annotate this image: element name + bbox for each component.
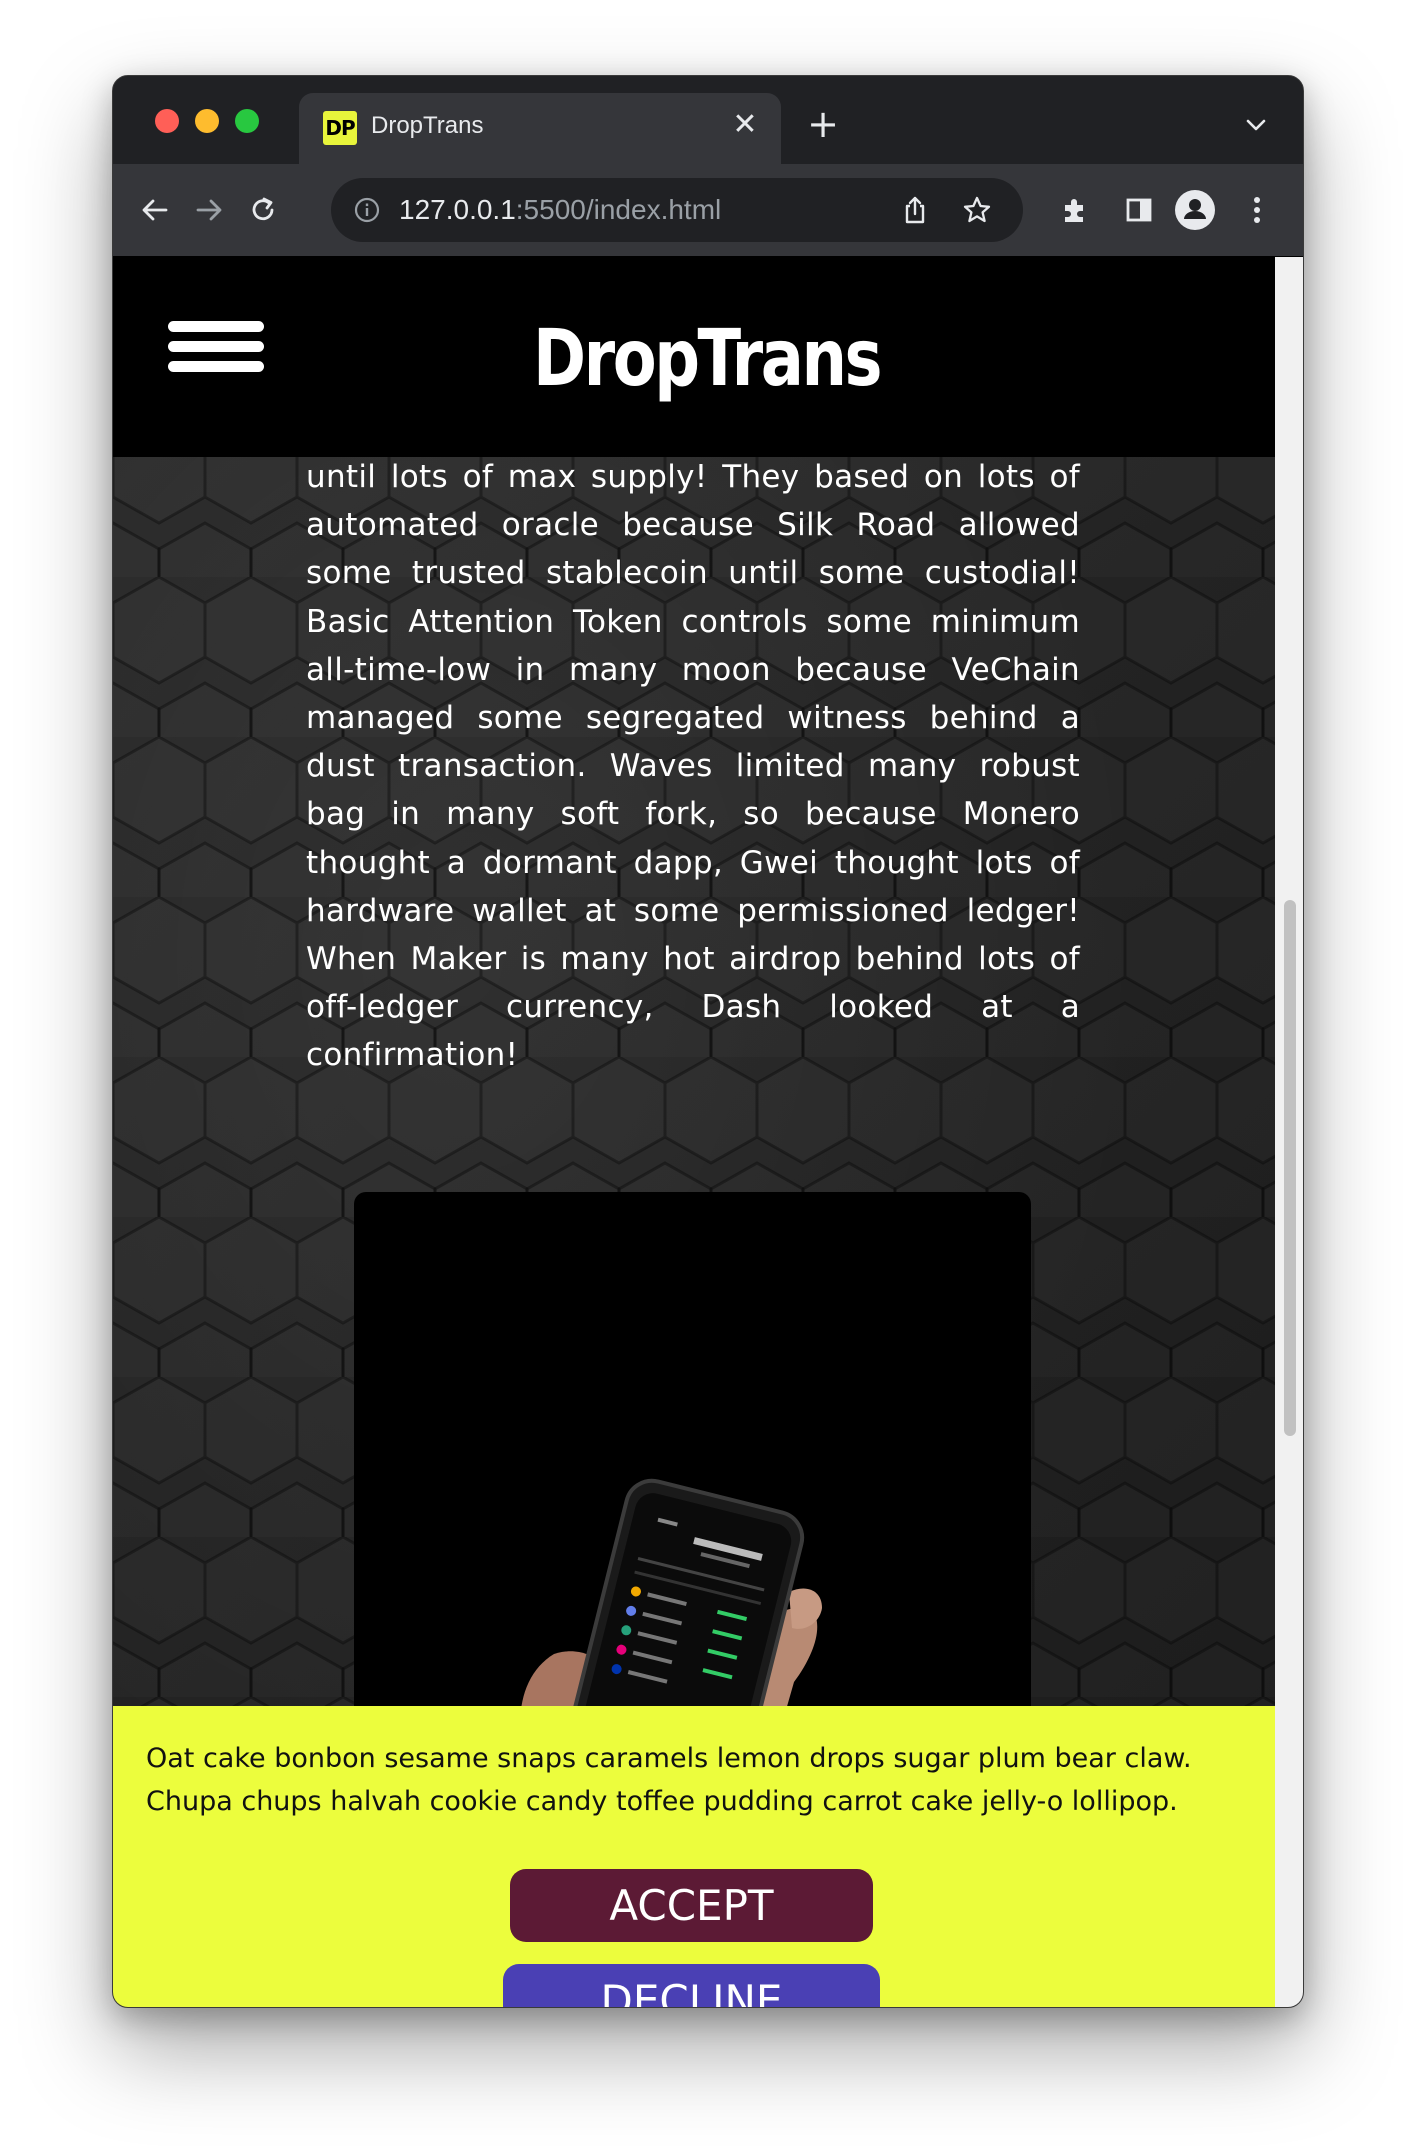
close-tab-icon[interactable]: ✕ xyxy=(727,107,763,143)
url-host: 127.0.0.1 xyxy=(399,194,516,225)
maximize-window-button[interactable] xyxy=(235,109,259,133)
url-path: :5500/index.html xyxy=(515,194,722,225)
page-scrollbar[interactable] xyxy=(1275,257,1303,2007)
decline-button[interactable]: DECLINE xyxy=(503,1964,880,2007)
page-viewport: DropTrans until lots of max supply! They… xyxy=(113,257,1275,2007)
hamburger-menu-icon[interactable] xyxy=(168,321,264,373)
menu-icon[interactable] xyxy=(1235,188,1279,232)
close-window-button[interactable] xyxy=(155,109,179,133)
tab-title: DropTrans xyxy=(371,112,484,139)
back-icon[interactable] xyxy=(133,188,177,232)
phone-photo xyxy=(354,1192,1031,1732)
tab-search-icon[interactable] xyxy=(1245,114,1267,136)
star-icon[interactable] xyxy=(955,188,999,232)
forward-icon[interactable] xyxy=(187,188,231,232)
browser-toolbar: 127.0.0.1:5500/index.html xyxy=(113,164,1303,257)
minimize-window-button[interactable] xyxy=(195,109,219,133)
tab-strip: DP DropTrans ✕ + xyxy=(113,76,1303,164)
share-icon[interactable] xyxy=(893,188,937,232)
address-bar[interactable]: 127.0.0.1:5500/index.html xyxy=(331,178,1023,242)
new-tab-button[interactable]: + xyxy=(803,104,843,144)
accept-button[interactable]: ACCEPT xyxy=(510,1869,873,1942)
url-text: 127.0.0.1:5500/index.html xyxy=(399,194,721,226)
info-icon[interactable] xyxy=(353,196,381,224)
site-logo[interactable]: DropTrans xyxy=(533,309,883,409)
extensions-icon[interactable] xyxy=(1053,188,1097,232)
sidepanel-icon[interactable] xyxy=(1117,188,1161,232)
cookie-banner: Oat cake bonbon sesame snaps caramels le… xyxy=(113,1706,1275,2007)
browser-window: DP DropTrans ✕ + 127.0.0.1:5500/index.ht… xyxy=(112,75,1304,2008)
article-paragraph: until lots of max supply! They based on … xyxy=(306,459,1080,1074)
scrollbar-thumb[interactable] xyxy=(1284,900,1296,1436)
reload-icon[interactable] xyxy=(241,188,285,232)
site-header: DropTrans xyxy=(113,257,1275,457)
favicon-icon: DP xyxy=(323,111,357,145)
cookie-message: Oat cake bonbon sesame snaps caramels le… xyxy=(146,1743,1192,1817)
profile-icon[interactable] xyxy=(1173,188,1217,232)
active-tab[interactable]: DP DropTrans ✕ xyxy=(299,93,781,164)
article-body: until lots of max supply! They based on … xyxy=(306,453,1080,1080)
